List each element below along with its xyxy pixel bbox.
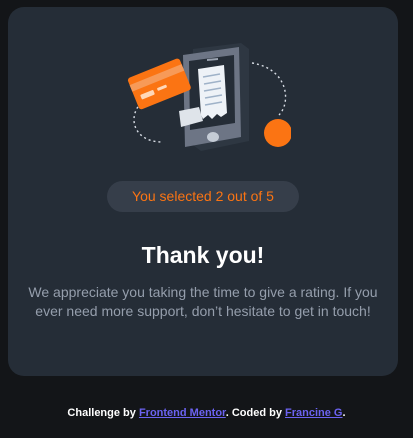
author-link[interactable]: Francine G bbox=[285, 407, 342, 419]
attribution-prefix: Challenge by bbox=[67, 407, 136, 419]
frontend-mentor-link[interactable]: Frontend Mentor bbox=[139, 407, 226, 419]
thank-you-message: We appreciate you taking the time to giv… bbox=[28, 284, 378, 319]
selected-rating-badge: You selected 2 out of 5 bbox=[107, 181, 299, 212]
attribution: Challenge by Frontend Mentor. Coded by F… bbox=[0, 406, 413, 420]
page-title: Thank you! bbox=[141, 242, 265, 268]
attribution-middle: . Coded by bbox=[225, 407, 282, 419]
thank-you-card: You selected 2 out of 5 Thank you! We ap… bbox=[8, 7, 398, 376]
phone-receipt-card-illustration bbox=[127, 43, 291, 151]
attribution-suffix: . bbox=[342, 407, 346, 419]
